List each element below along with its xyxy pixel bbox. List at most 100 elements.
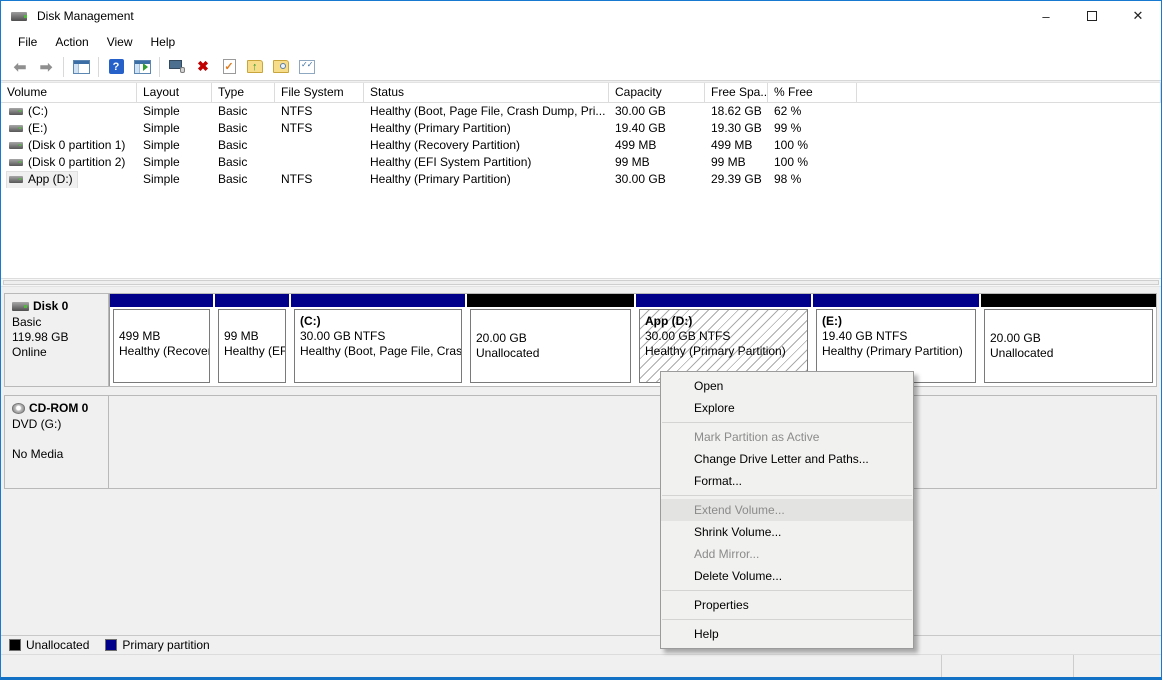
close-button[interactable]: ✕ (1115, 1, 1161, 31)
folder-up-button[interactable]: ↑ (243, 56, 267, 78)
folder-search-button[interactable] (269, 56, 293, 78)
partition-volume[interactable]: 99 MBHealthy (EFI (215, 294, 289, 386)
free-space-cell: 19.30 GB (705, 120, 768, 137)
partition-status: Healthy (Primary Partition) (822, 344, 975, 359)
console-tree-button[interactable] (69, 56, 93, 78)
status-section (941, 655, 1073, 677)
partition-body[interactable]: 99 MBHealthy (EFI (218, 309, 286, 383)
status-bar (1, 655, 1161, 677)
context-menu-item-delete-volume[interactable]: Delete Volume... (661, 565, 913, 587)
table-row[interactable]: (E:)SimpleBasicNTFSHealthy (Primary Part… (1, 120, 1161, 137)
pane-splitter[interactable] (1, 278, 1161, 287)
context-menu-item-help[interactable]: Help (661, 623, 913, 645)
disk-info-panel[interactable]: CD-ROM 0DVD (G:) No Media (5, 396, 109, 488)
primary-partition-color-bar (636, 294, 811, 307)
partition-volume[interactable]: 499 MBHealthy (Recover (110, 294, 213, 386)
context-menu-item-shrink-volume[interactable]: Shrink Volume... (661, 521, 913, 543)
status-cell: Healthy (Boot, Page File, Crash Dump, Pr… (364, 103, 609, 120)
column-header--free[interactable]: % Free (768, 83, 857, 103)
table-row[interactable]: (Disk 0 partition 1)SimpleBasicHealthy (… (1, 137, 1161, 154)
spacer-cell (857, 120, 1161, 137)
partition-body[interactable]: 20.00 GBUnallocated (470, 309, 631, 383)
forward-arrow-button[interactable]: ➡ (34, 56, 58, 78)
disk-info-panel[interactable]: Disk 0Basic119.98 GBOnline (5, 294, 109, 386)
partition-c[interactable]: (C:)30.00 GB NTFSHealthy (Boot, Page Fil… (291, 294, 465, 386)
splitter-thumb[interactable] (3, 280, 1159, 285)
spacer-cell (857, 103, 1161, 120)
partition-status: Unallocated (990, 346, 1152, 361)
context-menu-item-properties[interactable]: Properties (661, 594, 913, 616)
disk-info-line: No Media (12, 447, 104, 462)
table-row[interactable]: (C:)SimpleBasicNTFSHealthy (Boot, Page F… (1, 103, 1161, 120)
menu-separator (662, 619, 912, 620)
volume-label: (Disk 0 partition 2) (28, 154, 125, 171)
delete-volume-button[interactable]: ✖ (191, 56, 215, 78)
disk-row-cd-rom-0: CD-ROM 0DVD (G:) No Media (4, 395, 1157, 489)
check-document-button[interactable]: ✓ (217, 56, 241, 78)
maximize-button[interactable] (1069, 1, 1115, 31)
volume-icon (9, 125, 23, 132)
type-cell: Basic (212, 137, 275, 154)
partition-label (224, 314, 285, 329)
column-header-capacity[interactable]: Capacity (609, 83, 705, 103)
partition-body[interactable]: 499 MBHealthy (Recover (113, 309, 210, 383)
menu-action[interactable]: Action (46, 32, 97, 52)
volume-name[interactable]: (E:) (7, 121, 51, 137)
menu-separator (662, 495, 912, 496)
spacer-cell (857, 154, 1161, 171)
column-header-file-system[interactable]: File System (275, 83, 364, 103)
partition-size: 20.00 GB (476, 331, 630, 346)
partition-body[interactable]: (C:)30.00 GB NTFSHealthy (Boot, Page Fil… (294, 309, 462, 383)
capacity-cell: 30.00 GB (609, 171, 705, 188)
partition-strip: 499 MBHealthy (Recover 99 MBHealthy (EFI… (109, 294, 1156, 386)
table-row[interactable]: App (D:)SimpleBasicNTFSHealthy (Primary … (1, 171, 1161, 188)
properties-list-button[interactable] (295, 56, 319, 78)
back-arrow-button[interactable]: ⬅ (8, 56, 32, 78)
volume-name[interactable]: (Disk 0 partition 2) (7, 155, 129, 171)
column-header-layout[interactable]: Layout (137, 83, 212, 103)
volume-cell: (C:) (1, 103, 137, 120)
minimize-button[interactable]: – (1023, 1, 1069, 31)
partition-size: 20.00 GB (990, 331, 1152, 346)
help-button[interactable]: ? (104, 56, 128, 78)
folder-search-icon (273, 60, 289, 73)
column-header-spacer[interactable] (857, 83, 1161, 103)
volume-name[interactable]: (Disk 0 partition 1) (7, 138, 129, 154)
context-menu-item-explore[interactable]: Explore (661, 397, 913, 419)
volume-name-selected[interactable]: App (D:) (7, 172, 77, 188)
free-space-cell: 29.39 GB (705, 171, 768, 188)
partition-body[interactable]: 20.00 GBUnallocated (984, 309, 1153, 383)
partition-unallocated[interactable]: 20.00 GBUnallocated (981, 294, 1156, 386)
properties-list-icon (299, 60, 315, 74)
context-menu-item-format[interactable]: Format... (661, 470, 913, 492)
menu-file[interactable]: File (9, 32, 46, 52)
action-pane-button[interactable] (130, 56, 154, 78)
context-menu-item-open[interactable]: Open (661, 375, 913, 397)
volume-label: (E:) (28, 120, 47, 137)
file-system-cell: NTFS (275, 120, 364, 137)
computer-icon (169, 60, 185, 73)
volume-name[interactable]: (C:) (7, 104, 52, 120)
computer-button[interactable] (165, 56, 189, 78)
layout-cell: Simple (137, 137, 212, 154)
column-header-volume[interactable]: Volume (1, 83, 137, 103)
partition-size: 30.00 GB NTFS (645, 329, 807, 344)
pct-free-cell: 100 % (768, 154, 857, 171)
legend-label: Unallocated (26, 638, 89, 652)
menu-help[interactable]: Help (142, 32, 185, 52)
primary-partition-color-bar (291, 294, 465, 307)
free-space-cell: 99 MB (705, 154, 768, 171)
partition-label: App (D:) (645, 314, 807, 329)
capacity-cell: 30.00 GB (609, 103, 705, 120)
layout-cell: Simple (137, 154, 212, 171)
partition-unallocated[interactable]: 20.00 GBUnallocated (467, 294, 634, 386)
menu-view[interactable]: View (98, 32, 142, 52)
column-header-status[interactable]: Status (364, 83, 609, 103)
context-menu-item-change-drive-letter-and-paths[interactable]: Change Drive Letter and Paths... (661, 448, 913, 470)
disk-info-line: Online (12, 345, 104, 360)
column-header-type[interactable]: Type (212, 83, 275, 103)
table-row[interactable]: (Disk 0 partition 2)SimpleBasicHealthy (… (1, 154, 1161, 171)
status-cell: Healthy (Primary Partition) (364, 171, 609, 188)
column-header-free-spa-[interactable]: Free Spa... (705, 83, 768, 103)
volume-cell: App (D:) (1, 171, 137, 188)
